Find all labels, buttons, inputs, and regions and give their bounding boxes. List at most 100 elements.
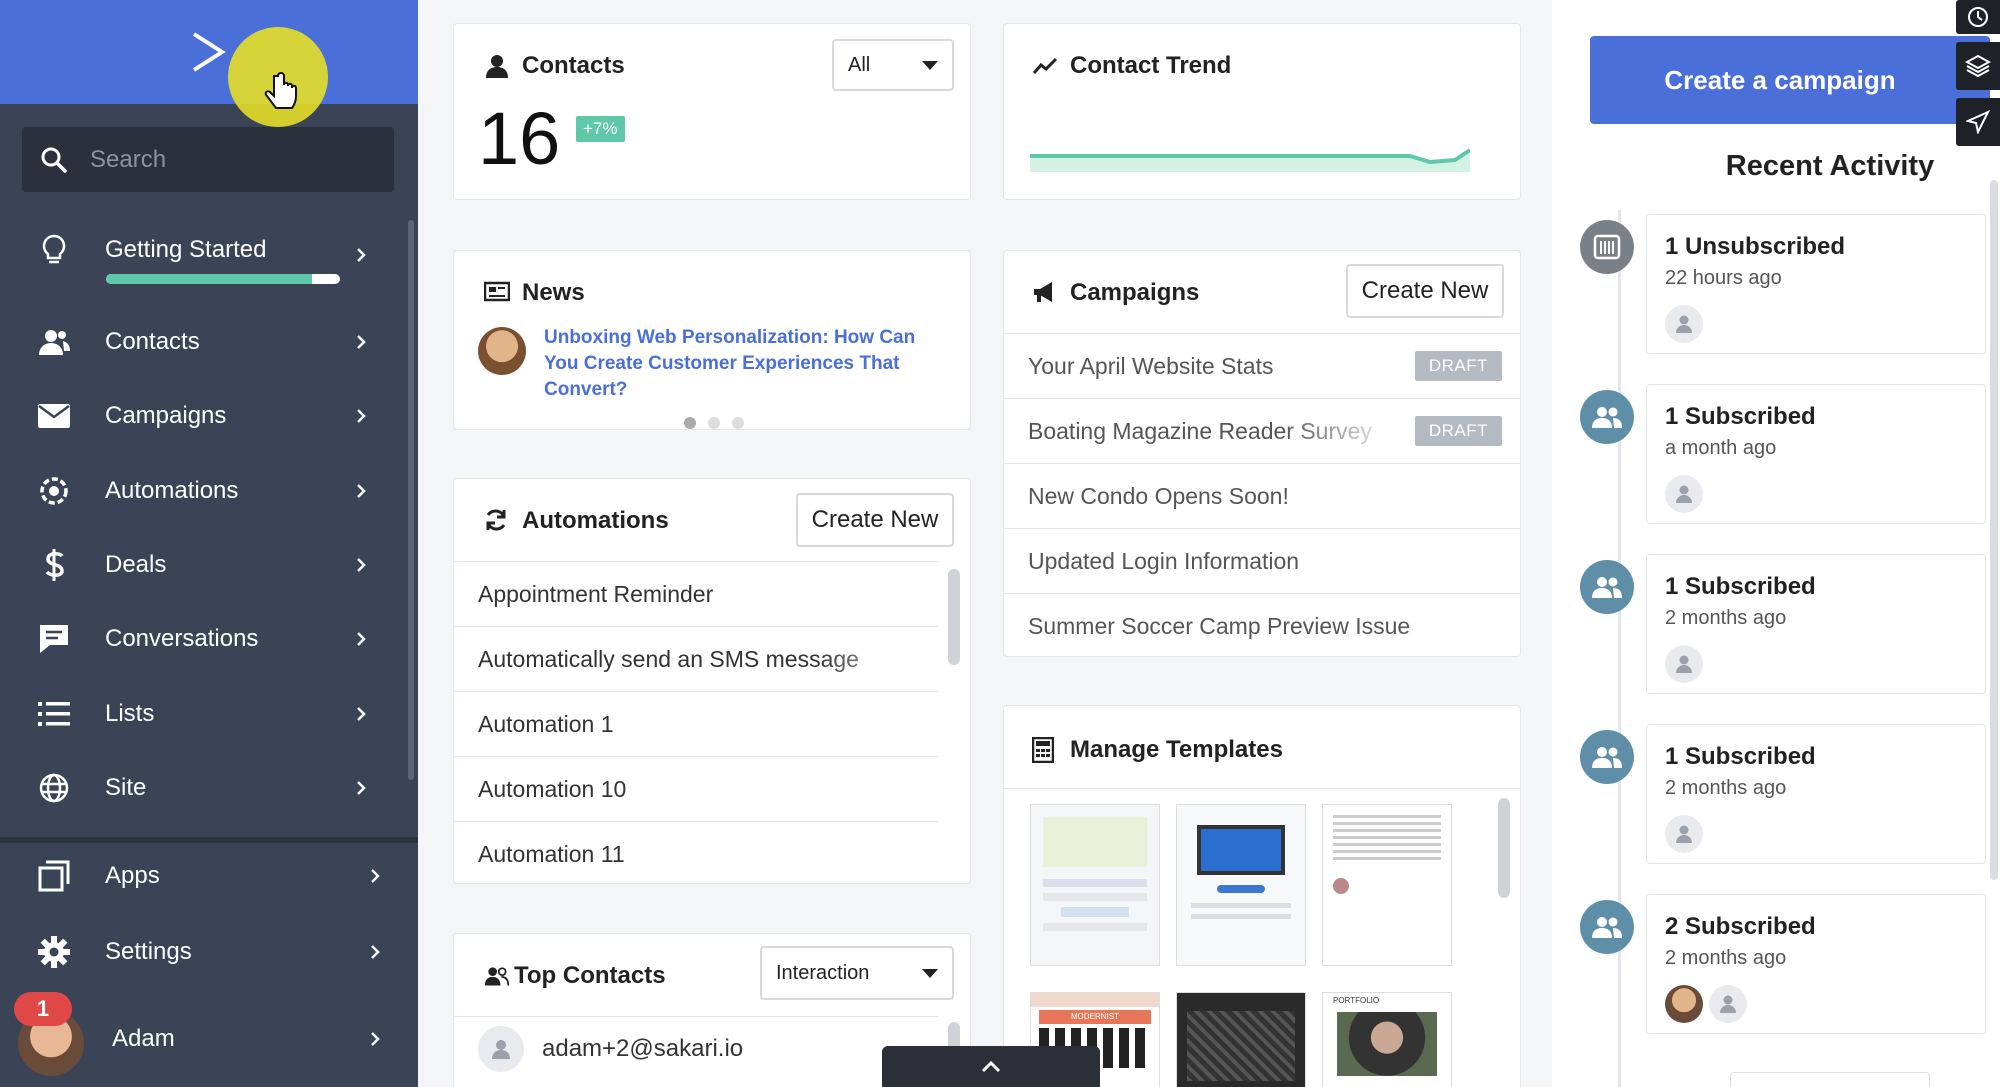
send-icon[interactable] <box>1956 98 2000 146</box>
sidebar-item-lists[interactable]: Lists <box>0 684 400 744</box>
layers-icon[interactable] <box>1956 42 2000 90</box>
chevron-right-icon <box>371 1032 380 1046</box>
chevron-right-icon <box>357 409 366 423</box>
sidebar-item-label: Deals <box>105 551 167 578</box>
sidebar-item-label: Campaigns <box>105 402 227 429</box>
campaigns-card: Campaigns Create New Your April Website … <box>1003 250 1521 657</box>
list-item[interactable]: Automatically send an SMS message <box>454 626 938 691</box>
sidebar-item-contacts[interactable]: Contacts <box>0 312 400 372</box>
list-item[interactable]: Automation 10 <box>454 756 938 821</box>
clock-icon[interactable] <box>1956 0 2000 34</box>
list-item[interactable]: Appointment Reminder <box>454 561 938 626</box>
create-campaign-button[interactable]: Create New <box>1346 264 1504 318</box>
sidebar-item-settings[interactable]: Settings <box>0 922 418 982</box>
recent-activity-title: Recent Activity <box>1725 150 1935 182</box>
template-thumbnail[interactable] <box>1176 992 1306 1087</box>
card-title: Campaigns <box>1032 279 1199 307</box>
sidebar-item-deals[interactable]: Deals <box>0 535 400 595</box>
sidebar-header <box>0 0 418 127</box>
getting-started-progress <box>106 274 340 284</box>
list-item[interactable]: Your April Website Stats DRAFT <box>1004 333 1520 398</box>
collapse-tab[interactable] <box>882 1046 1100 1087</box>
sidebar-divider <box>0 837 418 843</box>
users-icon <box>1580 900 1634 954</box>
apps-icon <box>36 858 72 894</box>
app-logo-icon[interactable] <box>188 30 228 74</box>
automations-scrollbar[interactable] <box>948 569 960 665</box>
person-icon <box>478 1026 524 1072</box>
top-contacts-sort-select[interactable]: Interaction <box>760 946 954 1000</box>
load-more-button[interactable] <box>1730 1072 1930 1087</box>
sidebar-item-apps[interactable]: Apps <box>0 846 418 906</box>
activity-item[interactable]: 1 Unsubscribed 22 hours ago <box>1646 214 1986 354</box>
trend-line-icon <box>1032 53 1058 79</box>
card-title: Contacts <box>484 52 625 80</box>
sidebar-item-campaigns[interactable]: Campaigns <box>0 386 400 446</box>
refresh-icon <box>484 508 510 534</box>
templates-scrollbar[interactable] <box>1498 798 1510 898</box>
sidebar-item-label: Lists <box>105 700 155 727</box>
list-item[interactable]: Summer Soccer Camp Preview Issue <box>1004 593 1520 656</box>
dollar-icon <box>36 547 72 583</box>
caret-down-icon <box>922 969 938 978</box>
template-thumbnail[interactable]: PORTFOLIO <box>1322 992 1452 1087</box>
globe-icon <box>36 770 72 806</box>
sidebar-item-automations[interactable]: Automations <box>0 461 400 521</box>
lightbulb-icon <box>36 232 72 268</box>
card-title: Manage Templates <box>1032 736 1283 764</box>
list-item[interactable]: adam+2@sakari.io <box>454 1016 938 1081</box>
chevron-right-icon <box>357 248 366 262</box>
sidebar-item-conversations[interactable]: Conversations <box>0 609 400 669</box>
contacts-icon <box>36 324 72 360</box>
sidebar-item-getting-started[interactable]: Getting Started <box>0 220 400 280</box>
manage-templates-card: Manage Templates MODERNIST PORTFOLIO <box>1003 705 1521 1087</box>
chevron-up-icon <box>981 1060 1001 1072</box>
person-icon <box>1665 645 1703 683</box>
pagination-dot[interactable] <box>684 417 696 429</box>
avatar <box>1665 985 1703 1023</box>
chevron-right-icon <box>371 869 380 883</box>
sidebar-scrollbar[interactable] <box>408 220 414 780</box>
chevron-right-icon <box>357 781 366 795</box>
chevron-right-icon <box>371 945 380 959</box>
list-item[interactable]: Automation 11 <box>454 821 938 883</box>
activity-item[interactable]: 2 Subscribed 2 months ago <box>1646 894 1986 1034</box>
activity-item[interactable]: 1 Subscribed 2 months ago <box>1646 554 1986 694</box>
caret-down-icon <box>922 61 938 70</box>
card-title: News <box>484 279 585 307</box>
sidebar-item-user[interactable]: Adam <box>0 1009 418 1069</box>
person-icon <box>1665 475 1703 513</box>
list-item[interactable]: New Condo Opens Soon! <box>1004 463 1520 528</box>
envelope-icon <box>36 398 72 434</box>
search-icon <box>41 147 67 173</box>
create-automation-button[interactable]: Create New <box>796 493 954 547</box>
list-item[interactable]: Updated Login Information <box>1004 528 1520 593</box>
search-input[interactable] <box>90 145 370 174</box>
card-title: Top Contacts <box>484 962 666 990</box>
activity-item[interactable]: 1 Subscribed 2 months ago <box>1646 724 1986 864</box>
sidebar-item-label: Apps <box>105 862 160 889</box>
change-badge: +7% <box>576 116 625 142</box>
sidebar-item-label: Settings <box>105 938 192 965</box>
template-thumbnail[interactable] <box>1030 804 1160 966</box>
person-icon <box>1709 985 1747 1023</box>
person-icon <box>1665 815 1703 853</box>
list-item[interactable]: Boating Magazine Reader Survey DRAFT <box>1004 398 1520 463</box>
contacts-card: Contacts All 16 +7% <box>453 23 971 200</box>
pagination-dot[interactable] <box>732 417 744 429</box>
pagination-dot[interactable] <box>708 417 720 429</box>
news-headline-link[interactable]: Unboxing Web Personalization: How Can Yo… <box>544 325 944 403</box>
create-a-campaign-button[interactable]: Create a campaign <box>1590 36 1990 124</box>
contacts-filter-select[interactable]: All <box>832 39 954 91</box>
template-thumbnail[interactable] <box>1176 804 1306 966</box>
sidebar-item-site[interactable]: Site <box>0 758 400 818</box>
contact-trend-card: Contact Trend <box>1003 23 1521 200</box>
activity-item[interactable]: 1 Subscribed a month ago <box>1646 384 1986 524</box>
right-panel-scrollbar[interactable] <box>1990 180 1998 880</box>
list-icon <box>36 696 72 732</box>
search-bar[interactable] <box>22 127 394 192</box>
sidebar-item-label: Conversations <box>105 625 259 652</box>
list-item[interactable]: Automation 1 <box>454 691 938 756</box>
chevron-right-icon <box>357 558 366 572</box>
template-thumbnail[interactable] <box>1322 804 1452 966</box>
